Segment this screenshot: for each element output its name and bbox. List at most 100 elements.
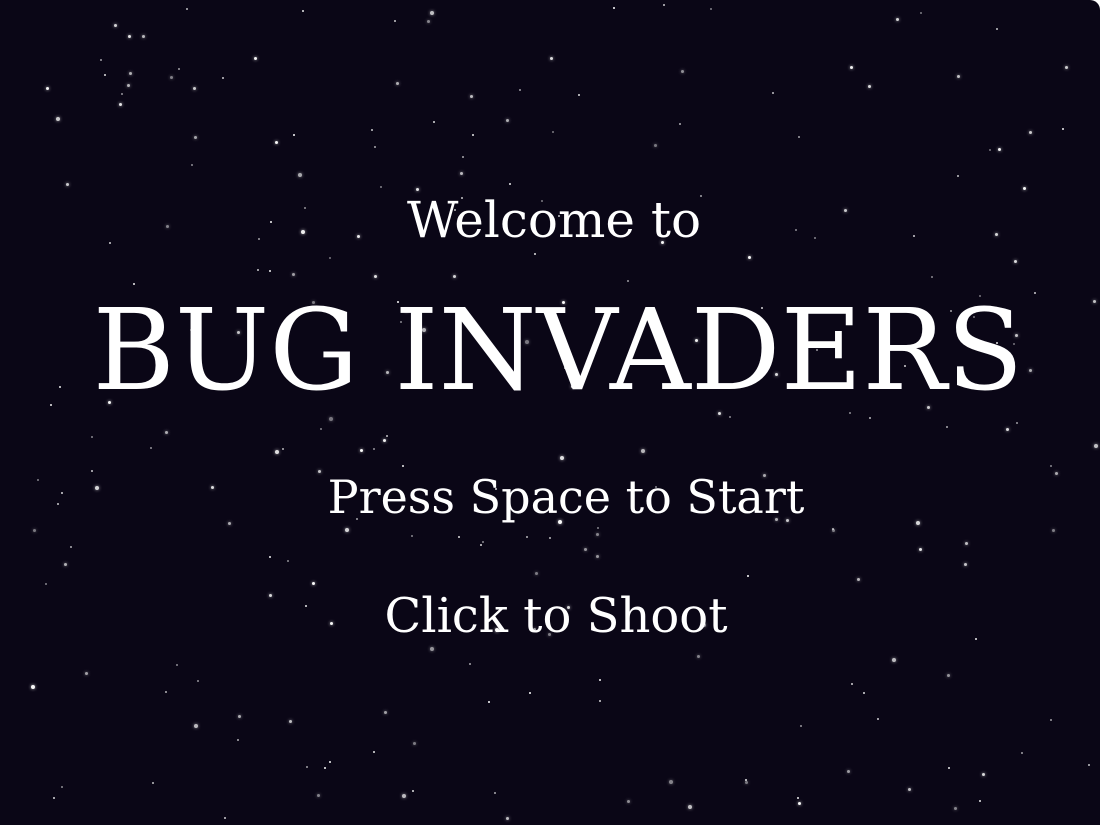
star	[165, 431, 168, 434]
star	[373, 448, 375, 450]
star	[946, 426, 948, 428]
star	[896, 18, 899, 21]
star	[191, 164, 193, 166]
star	[688, 805, 692, 809]
star	[371, 129, 373, 131]
star	[194, 724, 198, 728]
star	[317, 794, 320, 797]
game-canvas[interactable]: Welcome to BUG INVADERS Press Space to S…	[0, 0, 1100, 825]
start-instruction: Press Space to Start	[327, 470, 805, 524]
star	[430, 647, 434, 651]
star	[535, 572, 538, 575]
star	[193, 87, 196, 90]
star	[892, 658, 896, 662]
star	[863, 692, 865, 694]
star	[384, 711, 387, 714]
star	[373, 751, 375, 753]
star	[150, 447, 152, 449]
star	[129, 72, 132, 75]
star	[142, 35, 145, 38]
star	[747, 575, 749, 577]
star	[506, 817, 509, 820]
star	[1094, 444, 1098, 448]
star	[519, 89, 521, 91]
star	[292, 273, 295, 276]
star	[868, 85, 871, 88]
star	[584, 548, 587, 551]
star	[360, 449, 363, 452]
star	[104, 74, 106, 76]
star	[877, 718, 879, 720]
star	[1065, 66, 1068, 69]
star	[412, 790, 414, 792]
star	[33, 529, 36, 532]
star	[293, 134, 295, 136]
star	[85, 672, 88, 675]
star	[238, 715, 241, 718]
star	[470, 95, 473, 98]
star	[613, 7, 615, 9]
star	[287, 560, 289, 562]
star	[100, 59, 102, 61]
star	[133, 283, 135, 285]
star	[1021, 752, 1023, 754]
star	[488, 701, 490, 703]
star	[275, 141, 278, 144]
star	[472, 134, 474, 136]
star	[552, 131, 554, 133]
star	[654, 144, 657, 147]
star	[745, 781, 748, 784]
star	[772, 92, 774, 94]
star	[121, 93, 123, 95]
star	[599, 679, 601, 681]
star	[679, 123, 681, 125]
star	[534, 253, 536, 255]
star	[480, 544, 482, 546]
star	[302, 10, 304, 12]
star	[982, 773, 985, 776]
star	[529, 692, 531, 694]
star	[394, 20, 396, 22]
star	[462, 156, 464, 158]
star	[56, 117, 60, 121]
game-title: BUG INVADERS	[92, 286, 1024, 416]
star	[1016, 422, 1018, 424]
star	[710, 8, 712, 10]
star	[433, 121, 435, 123]
star	[798, 802, 801, 805]
star	[453, 275, 456, 278]
star	[222, 77, 224, 79]
star	[194, 136, 197, 139]
star	[578, 94, 580, 96]
star	[427, 20, 430, 23]
star	[176, 664, 178, 666]
star	[152, 782, 154, 784]
star	[345, 528, 349, 532]
star	[237, 739, 239, 741]
star	[998, 148, 1001, 151]
star	[800, 725, 802, 727]
star	[957, 75, 960, 78]
star	[128, 35, 131, 38]
star	[482, 541, 484, 543]
star	[596, 533, 599, 536]
star	[386, 435, 388, 437]
star	[847, 770, 850, 773]
star	[494, 792, 496, 794]
welcome-text: Welcome to	[406, 191, 702, 249]
star	[46, 87, 49, 90]
star	[31, 685, 35, 689]
star	[53, 797, 55, 799]
star	[641, 449, 645, 453]
star	[224, 817, 226, 819]
star	[460, 172, 463, 175]
star	[1006, 428, 1009, 431]
star	[269, 270, 271, 272]
star	[931, 276, 933, 278]
star	[964, 563, 967, 566]
star	[957, 175, 959, 177]
star	[979, 800, 981, 802]
star	[920, 12, 922, 14]
star	[954, 807, 957, 810]
star	[383, 439, 386, 442]
